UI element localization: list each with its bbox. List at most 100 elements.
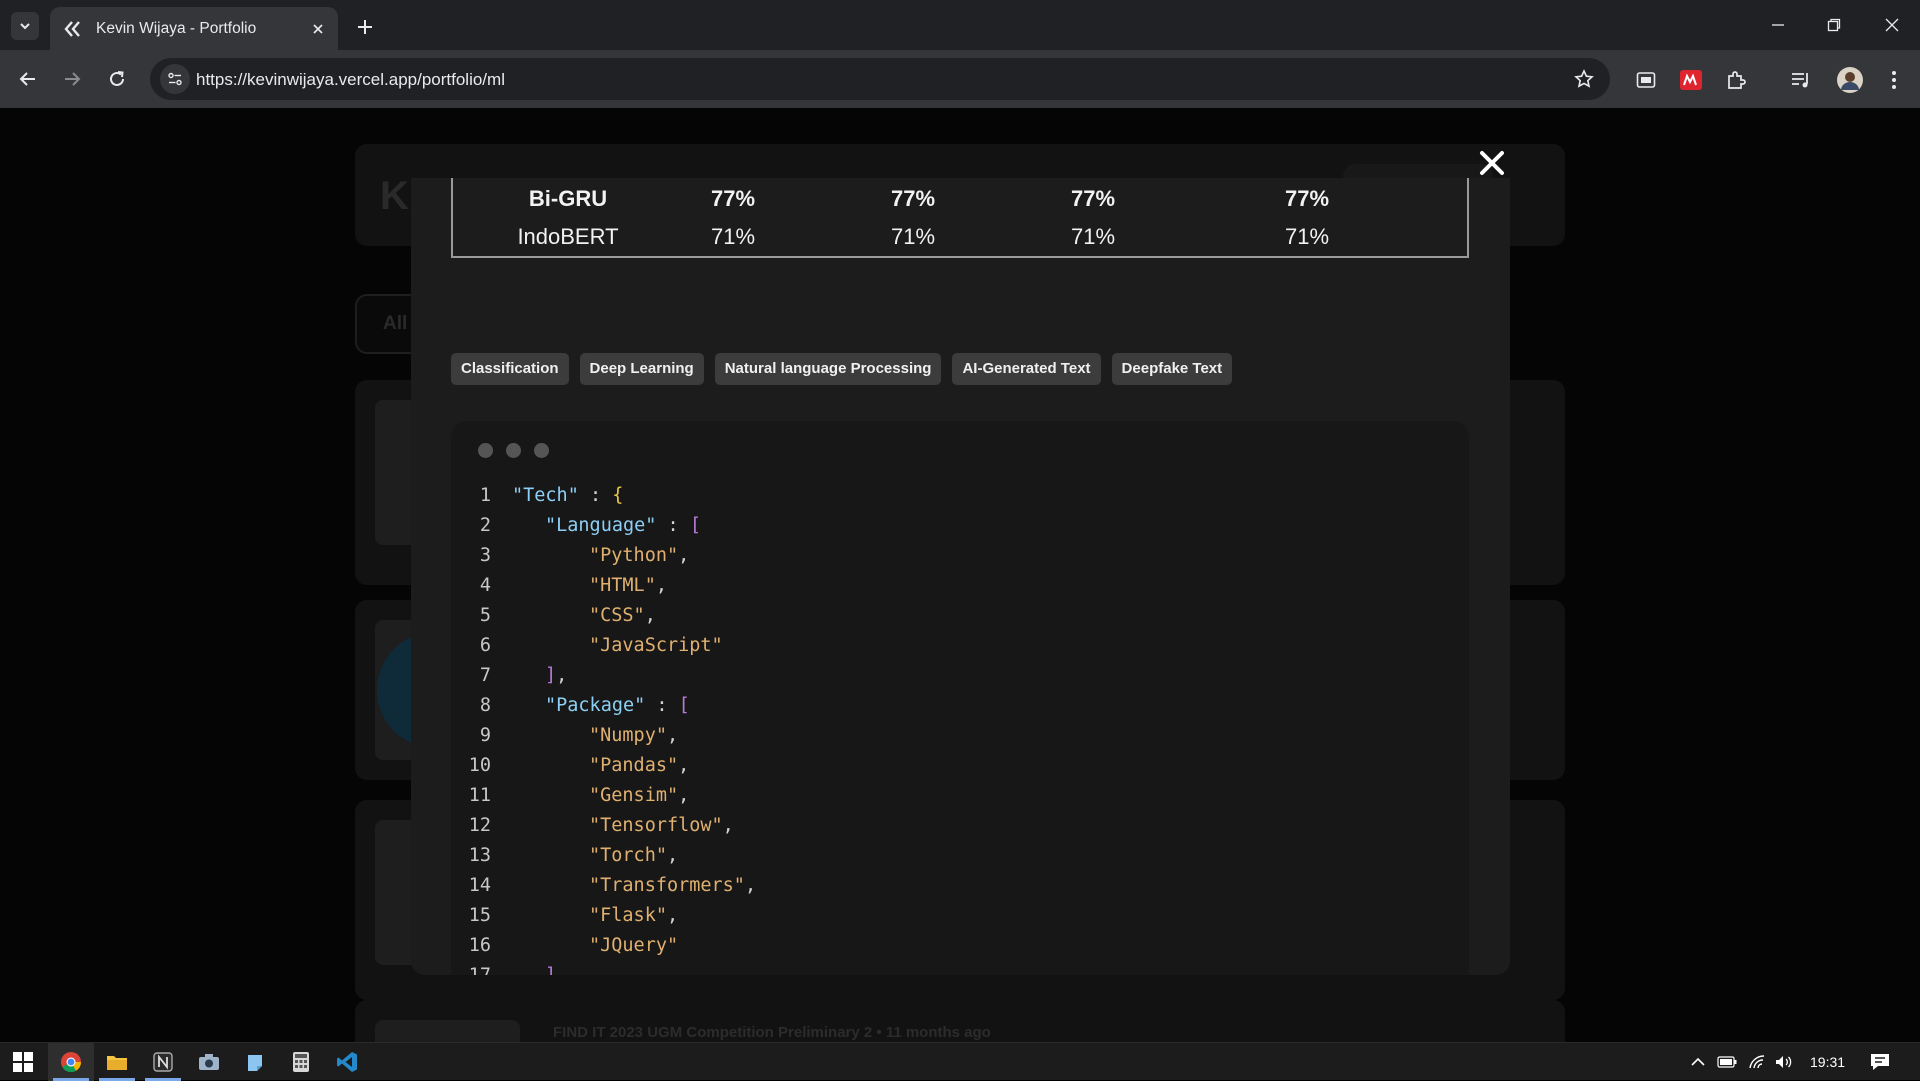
profile-button[interactable] (1834, 64, 1866, 96)
tray-overflow-button[interactable] (1687, 1052, 1709, 1072)
back-button[interactable] (12, 63, 44, 95)
media-controls-button[interactable] (1787, 66, 1815, 94)
line-number: 2 (479, 515, 491, 536)
line-number: 10 (468, 755, 491, 776)
reload-button[interactable] (101, 63, 133, 95)
code-token: , (644, 605, 656, 626)
table-cell: 77% (1284, 186, 1330, 211)
code-token: , (678, 785, 690, 806)
taskbar-camera[interactable] (186, 1043, 232, 1081)
taskbar-clock[interactable]: 19:31 (1810, 1054, 1845, 1070)
volume-icon (1776, 1056, 1792, 1068)
code-text: "Flask", (589, 901, 678, 931)
reading-mode-icon (1636, 72, 1656, 88)
code-token: [ (678, 695, 690, 716)
code-token: "Tech" (512, 485, 579, 506)
bookmark-button[interactable] (1572, 67, 1596, 91)
tray-chevron-icon (1691, 1057, 1705, 1066)
tab-search-icon (20, 23, 30, 30)
line-number: 13 (468, 845, 491, 866)
menu-kebab-icon (1892, 71, 1896, 89)
project-modal: Bi-GRU 77% 77% 77% 77% IndoBERT 71% 71% … (411, 178, 1510, 975)
taskbar-notes[interactable] (232, 1043, 278, 1081)
code-text: "Python", (589, 541, 689, 571)
close-tab-button[interactable] (306, 17, 330, 41)
reading-mode-button[interactable] (1632, 66, 1660, 94)
browser-tab-bar: Kevin Wijaya - Portfolio (0, 0, 1920, 50)
bg-filter-text: All (383, 313, 408, 334)
code-text: "Package" : [ (545, 691, 690, 721)
site-info-icon (168, 72, 182, 86)
code-token: , (655, 575, 667, 596)
code-token: { (612, 485, 624, 506)
table-cell-model: IndoBERT (517, 224, 619, 249)
restore-button[interactable] (1806, 8, 1862, 42)
code-token: "JQuery" (589, 935, 679, 956)
code-text: "CSS", (589, 601, 656, 631)
line-number: 14 (468, 875, 491, 896)
code-text: "Language" : [ (545, 511, 701, 541)
code-token: "Numpy" (589, 725, 667, 746)
table-cell: 77% (1070, 186, 1116, 211)
tag-classification: Classification (451, 353, 569, 385)
tag-deepfake-text: Deepfake Text (1111, 353, 1233, 385)
code-token: , (556, 665, 568, 686)
tab-search-button[interactable] (11, 12, 39, 40)
table-cell: 71% (710, 224, 756, 249)
code-token: [ (689, 515, 701, 536)
code-token: , (666, 845, 679, 866)
site-info-button[interactable] (160, 64, 190, 94)
line-number: 9 (479, 725, 491, 746)
taskbar-vscode[interactable] (324, 1043, 370, 1081)
code-token: : (656, 515, 690, 536)
file-explorer-icon (107, 1056, 127, 1070)
taskbar-calculator[interactable] (278, 1043, 324, 1081)
network-indicator[interactable] (1747, 1052, 1769, 1072)
address-bar[interactable]: https://kevinwijaya.vercel.app/portfolio… (150, 58, 1610, 100)
taskbar-file-explorer[interactable] (94, 1043, 140, 1081)
line-number: 11 (468, 785, 491, 806)
code-token: ] (545, 665, 557, 686)
line-number: 5 (479, 605, 491, 626)
chrome-icon (61, 1052, 82, 1073)
line-number: 16 (468, 935, 491, 956)
volume-indicator[interactable] (1773, 1052, 1795, 1072)
minimize-button[interactable] (1750, 8, 1806, 42)
taskbar-chrome[interactable] (48, 1043, 94, 1081)
extension-red-button[interactable] (1677, 66, 1705, 94)
line-number: 6 (479, 635, 491, 656)
code-token: : (645, 695, 679, 716)
reload-icon (110, 71, 124, 86)
extensions-button[interactable] (1722, 66, 1750, 94)
browser-menu-button[interactable] (1880, 66, 1908, 94)
browser-tab-active[interactable]: Kevin Wijaya - Portfolio (50, 7, 338, 50)
new-tab-button[interactable] (350, 12, 380, 42)
forward-button[interactable] (56, 63, 88, 95)
code-token: "Python" (589, 545, 679, 566)
table-cell: 71% (1070, 224, 1116, 249)
line-number: 12 (468, 815, 491, 836)
notion-icon (153, 1052, 173, 1072)
code-token: "Pandas" (589, 755, 679, 776)
code-text: "Transformers", (589, 871, 756, 901)
code-text: "HTML", (589, 571, 667, 601)
line-number: 1 (479, 485, 491, 506)
modal-close-button[interactable] (1475, 146, 1509, 180)
url-text[interactable]: https://kevinwijaya.vercel.app/portfolio… (196, 70, 505, 90)
taskbar-notion[interactable] (140, 1043, 186, 1081)
code-token: "Gensim" (589, 785, 679, 806)
window-close-button[interactable] (1864, 8, 1920, 42)
code-text: ] (545, 961, 556, 975)
table-cell: 71% (1284, 224, 1330, 249)
table-cell: 71% (890, 224, 936, 249)
code-token: "Flask" (589, 905, 667, 926)
vscode-icon (337, 1052, 357, 1072)
code-token: , (678, 755, 690, 776)
battery-indicator[interactable] (1716, 1052, 1738, 1072)
profile-avatar-icon (1837, 67, 1863, 93)
notifications-button[interactable] (1868, 1052, 1892, 1072)
start-button[interactable] (0, 1043, 46, 1081)
tag-nlp: Natural language Processing (714, 353, 942, 385)
media-controls-icon (1792, 73, 1808, 88)
code-text: "Torch", (589, 841, 678, 871)
